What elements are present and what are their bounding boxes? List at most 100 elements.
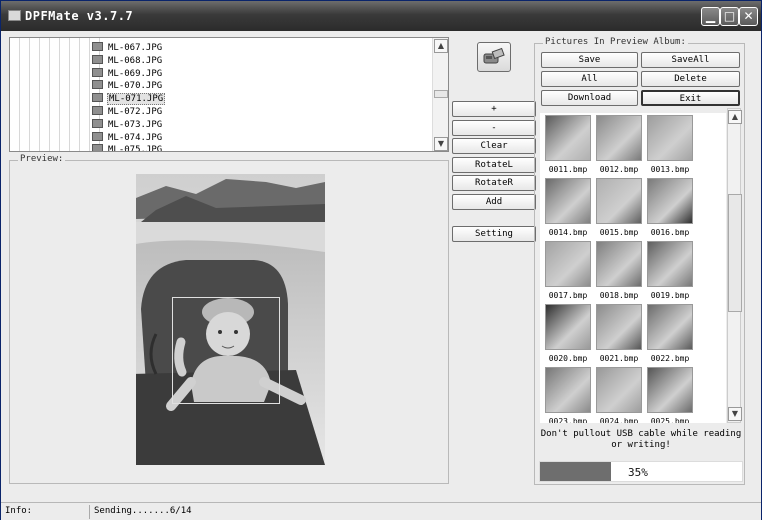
- file-list-item[interactable]: ML-072.JPG: [92, 106, 163, 119]
- file-list-item[interactable]: ML-071.JPG: [92, 93, 166, 106]
- thumbnail-filename: 0011.bmp: [548, 165, 588, 174]
- file-list-item[interactable]: ML-067.JPG: [92, 42, 163, 55]
- window-title: DPFMate v3.7.7: [25, 9, 134, 23]
- scroll-thumb[interactable]: [434, 90, 448, 98]
- album-thumbnail[interactable]: [596, 304, 642, 350]
- album-thumbnail[interactable]: [596, 241, 642, 287]
- album-scrollbar[interactable]: ▲ ▼: [727, 108, 742, 423]
- thumbnail-filename: 0024.bmp: [599, 417, 639, 423]
- card-reader-button[interactable]: [477, 42, 511, 72]
- app-window: DPFMate v3.7.7 ▁ □ ✕ ML-067.JPG ML-068.JP…: [0, 0, 762, 520]
- album-scroll-thumb[interactable]: [728, 194, 742, 312]
- album-scroll-down-icon[interactable]: ▼: [728, 407, 742, 421]
- file-name: ML-075.JPG: [108, 145, 163, 152]
- album-thumbnail[interactable]: [545, 367, 591, 413]
- progress-fill: [540, 462, 611, 481]
- file-list-item[interactable]: ML-075.JPG: [92, 144, 163, 152]
- thumbnail-filename: 0017.bmp: [548, 291, 588, 300]
- thumbnail-filename: 0020.bmp: [548, 354, 588, 363]
- thumbnail-filename: 0013.bmp: [650, 165, 690, 174]
- thumbnail-filename: 0021.bmp: [599, 354, 639, 363]
- file-name: ML-072.JPG: [108, 107, 163, 117]
- setting-button[interactable]: Setting: [452, 226, 536, 242]
- title-bar[interactable]: DPFMate v3.7.7 ▁ □ ✕: [1, 1, 761, 31]
- album-thumbnail[interactable]: [596, 178, 642, 224]
- image-file-icon: [92, 42, 103, 51]
- image-file-icon: [92, 54, 103, 64]
- file-list-item[interactable]: ML-070.JPG: [92, 80, 163, 93]
- status-divider: [89, 505, 90, 519]
- zoom-out-button[interactable]: -: [452, 120, 536, 136]
- image-file-icon: [92, 144, 103, 151]
- save-all-button[interactable]: SaveAll: [641, 52, 740, 68]
- album-thumbnail[interactable]: [647, 115, 693, 161]
- minimize-button[interactable]: ▁: [701, 7, 720, 26]
- close-button[interactable]: ✕: [739, 7, 758, 26]
- scroll-up-arrow-icon[interactable]: ▲: [434, 39, 448, 53]
- image-file-icon: [92, 106, 103, 115]
- exit-button[interactable]: Exit: [641, 90, 740, 106]
- thumbnail-filename: 0018.bmp: [599, 291, 639, 300]
- image-file-icon: [92, 131, 103, 141]
- clear-button[interactable]: Clear: [452, 138, 536, 154]
- progress-text: 35%: [628, 466, 648, 479]
- album-thumbnail[interactable]: [647, 178, 693, 224]
- thumbnail-filename: 0019.bmp: [650, 291, 690, 300]
- image-file-icon: [92, 67, 103, 77]
- tree-lines: [10, 38, 105, 151]
- crop-selection-rectangle[interactable]: [172, 297, 280, 404]
- file-list-item[interactable]: ML-073.JPG: [92, 118, 163, 132]
- image-file-icon: [92, 80, 103, 90]
- usb-warning-text: Don't pullout USB cable while reading or…: [540, 429, 742, 450]
- album-thumbnail[interactable]: [647, 367, 693, 413]
- card-reader-icon: [483, 47, 505, 64]
- thumbnail-filename: 0012.bmp: [599, 165, 639, 174]
- file-list-item[interactable]: ML-074.JPG: [92, 131, 163, 145]
- thumbnail-filename: 0016.bmp: [650, 228, 690, 237]
- add-button[interactable]: Add: [452, 194, 536, 210]
- app-icon: [8, 10, 21, 21]
- album-thumbnail[interactable]: [545, 304, 591, 350]
- preview-image[interactable]: [136, 174, 325, 465]
- album-thumbnail[interactable]: [647, 241, 693, 287]
- file-name: ML-073.JPG: [108, 119, 163, 130]
- file-list-scrollbar[interactable]: ▲ ▼: [432, 38, 448, 151]
- file-name: ML-068.JPG: [108, 55, 163, 66]
- thumbnail-filename: 0014.bmp: [548, 228, 588, 237]
- file-list-item[interactable]: ML-068.JPG: [92, 54, 163, 68]
- scroll-down-arrow-icon[interactable]: ▼: [434, 137, 448, 151]
- image-file-icon: [92, 93, 103, 103]
- status-message: Sending.......6/14: [94, 506, 192, 516]
- file-name: ML-071.JPG: [107, 93, 166, 106]
- select-all-button[interactable]: All: [541, 71, 638, 87]
- album-thumbnail[interactable]: [545, 241, 591, 287]
- status-info-label: Info:: [5, 506, 33, 516]
- thumbnail-filename: 0022.bmp: [650, 354, 690, 363]
- file-list[interactable]: ML-067.JPG ML-068.JPG ML-069.JPG ML-070.JPG…: [9, 37, 449, 152]
- download-button[interactable]: Download: [541, 90, 638, 106]
- album-thumbnail-grid[interactable]: 0011.bmp 0012.bmp 0013.bmp 0014.bmp 0015.bmp…: [540, 113, 726, 423]
- maximize-button[interactable]: □: [720, 7, 739, 26]
- file-list-item[interactable]: ML-069.JPG: [92, 67, 163, 81]
- delete-button[interactable]: Delete: [641, 71, 740, 87]
- file-name: ML-067.JPG: [108, 43, 163, 53]
- thumbnail-filename: 0025.bmp: [650, 417, 690, 423]
- status-bar: Info: Sending.......6/14: [1, 502, 761, 520]
- file-name: ML-069.JPG: [108, 68, 163, 79]
- album-thumbnail[interactable]: [596, 115, 642, 161]
- image-file-icon: [92, 118, 103, 128]
- album-label: Pictures In Preview Album:: [543, 37, 688, 47]
- album-scroll-up-icon[interactable]: ▲: [728, 110, 742, 124]
- rotate-left-button[interactable]: RotateL: [452, 157, 536, 173]
- progress-bar: 35%: [539, 461, 743, 482]
- album-thumbnail[interactable]: [545, 178, 591, 224]
- rotate-right-button[interactable]: RotateR: [452, 175, 536, 191]
- album-thumbnail[interactable]: [545, 115, 591, 161]
- preview-label: Preview:: [18, 154, 66, 164]
- thumbnail-filename: 0015.bmp: [599, 228, 639, 237]
- thumbnail-filename: 0023.bmp: [548, 417, 588, 423]
- zoom-in-button[interactable]: +: [452, 101, 536, 117]
- album-thumbnail[interactable]: [647, 304, 693, 350]
- album-thumbnail[interactable]: [596, 367, 642, 413]
- save-button[interactable]: Save: [541, 52, 638, 68]
